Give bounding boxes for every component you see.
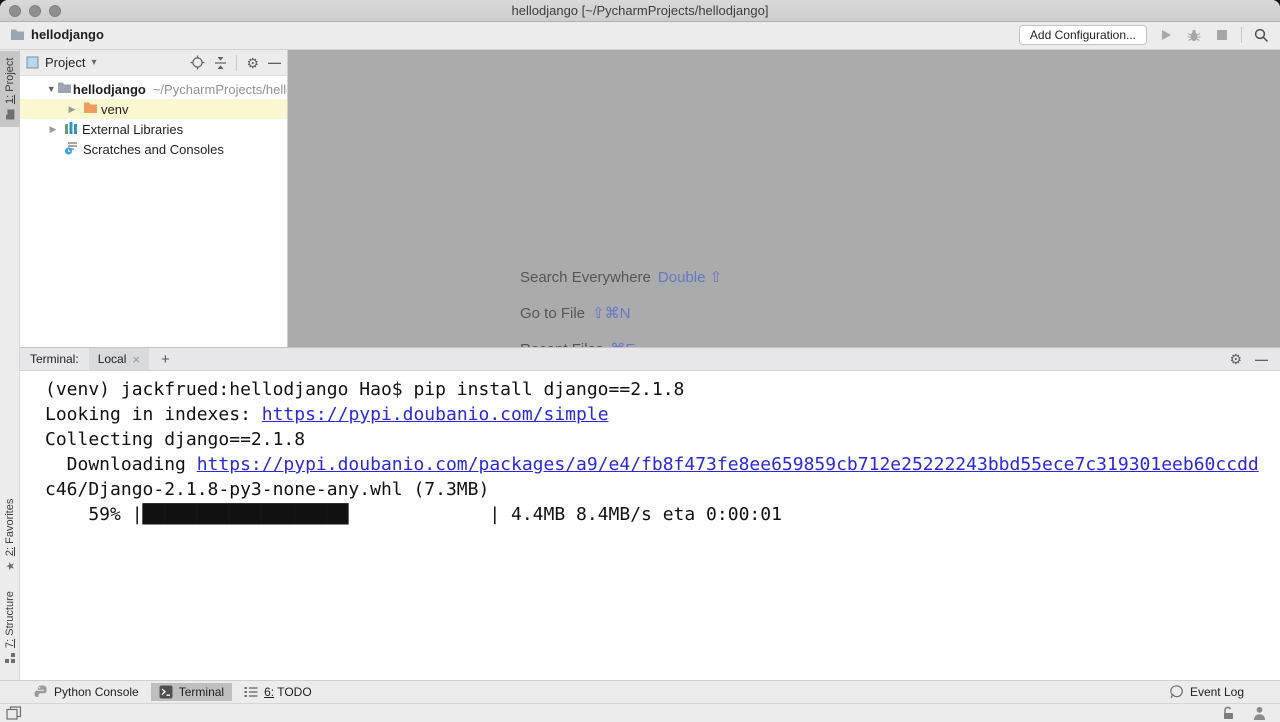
status-bar (0, 703, 1280, 722)
hint-label: Search Everywhere (520, 269, 651, 286)
collapse-all-icon[interactable] (214, 56, 227, 70)
tree-external-libraries-label: External Libraries (82, 122, 183, 137)
structure-icon (5, 653, 15, 663)
terminal-output[interactable]: (venv) jackfrued:hellodjango Hao$ pip in… (20, 371, 1280, 527)
inspections-profile-icon[interactable] (1253, 706, 1266, 720)
scratches-icon (60, 141, 83, 158)
collapse-arrow-icon[interactable]: ▶ (65, 104, 79, 115)
project-folder-icon (10, 28, 25, 41)
project-pane-icon (26, 56, 39, 69)
hint-shortcut: Double ⇧ (658, 269, 722, 286)
stripe-tab-favorites-label: 2: Favorites (4, 499, 16, 556)
tree-row-root[interactable]: ▼ hellodjango ~/PycharmProjects/hellodja… (20, 79, 287, 99)
event-log-label: Event Log (1190, 685, 1244, 699)
todo-label: 6: TODO (264, 685, 312, 699)
tree-row-scratches[interactable]: Scratches and Consoles (20, 139, 287, 159)
project-panel-title: Project (45, 55, 85, 70)
hide-panel-icon[interactable]: — (1255, 353, 1268, 366)
venv-folder-icon (79, 101, 101, 117)
terminal-line: Downloading https://pypi.doubanio.com/pa… (45, 452, 1280, 477)
terminal-tab-bar: Terminal: Local × + ⚙ — (20, 347, 1280, 371)
project-view-selector[interactable]: Project ▾ (26, 55, 97, 70)
hint-recent-files: Recent Files⌘E (520, 340, 722, 347)
run-icon[interactable] (1157, 26, 1175, 44)
hint-label: Go to File (520, 305, 585, 322)
terminal-line: Collecting django==2.1.8 (45, 427, 1280, 452)
lock-icon[interactable] (1221, 706, 1235, 720)
run-toolbar: Add Configuration... (1019, 25, 1270, 45)
hide-panel-icon[interactable]: — (268, 56, 281, 69)
terminal-button-label: Terminal (179, 685, 224, 699)
breadcrumb-label: hellodjango (31, 27, 104, 42)
project-panel-header: Project ▾ ⚙ — (20, 50, 287, 76)
project-tool-window: Project ▾ ⚙ — ▼ hellodjang (20, 50, 288, 347)
terminal-button[interactable]: Terminal (151, 683, 232, 701)
breadcrumb[interactable]: hellodjango (10, 27, 104, 42)
tool-window-switcher-icon[interactable] (6, 706, 22, 720)
close-icon[interactable]: × (132, 352, 140, 367)
tree-root-label: hellodjango (73, 82, 146, 97)
terminal-line: c46/Django-2.1.8-py3-none-any.whl (7.3MB… (45, 477, 1280, 502)
gear-icon[interactable]: ⚙ (1229, 352, 1242, 366)
tool-window-bar: Python Console Terminal 6: TODO Event Lo… (0, 680, 1280, 703)
terminal-text: Downloading (45, 454, 197, 475)
collapse-arrow-icon[interactable]: ▶ (46, 124, 60, 135)
stop-icon[interactable] (1213, 26, 1231, 44)
search-everywhere-icon[interactable] (1252, 26, 1270, 44)
python-console-label: Python Console (54, 685, 139, 699)
stripe-tab-structure-label: 7: Structure (4, 591, 16, 648)
terminal-text: Looking in indexes: (45, 404, 262, 425)
hint-go-to-file: Go to File ⇧⌘N (520, 304, 722, 326)
terminal-progress-line: 59% |███████████████████ | 4.4MB 8.4MB/s… (45, 502, 1280, 527)
hint-shortcut: ⇧⌘N (592, 305, 630, 322)
debug-icon[interactable] (1185, 26, 1203, 44)
editor-empty-area: Search EverywhereDouble ⇧ Go to File⇧⌘N … (288, 50, 1280, 347)
terminal-tab-label: Local (98, 352, 127, 366)
terminal-tool-window: Terminal: Local × + ⚙ — (venv) jackfrued… (20, 347, 1280, 680)
python-icon (34, 685, 48, 699)
stripe-tab-project[interactable]: 1: Project (0, 51, 20, 127)
python-console-button[interactable]: Python Console (26, 683, 147, 701)
tree-scratches-label: Scratches and Consoles (83, 142, 224, 157)
expand-arrow-icon[interactable]: ▼ (46, 84, 56, 94)
folder-icon (56, 81, 72, 97)
todo-button[interactable]: 6: TODO (236, 683, 320, 701)
toolbar-separator (1241, 27, 1242, 43)
terminal-icon (159, 685, 173, 699)
terminal-line: Looking in indexes: https://pypi.doubani… (45, 402, 1280, 427)
project-tree: ▼ hellodjango ~/PycharmProjects/hellodja… (20, 76, 287, 159)
terminal-tab-local[interactable]: Local × (89, 348, 149, 370)
panel-header-separator (236, 55, 237, 71)
tree-venv-label: venv (101, 102, 128, 117)
event-log-button[interactable]: Event Log (1161, 683, 1252, 701)
terminal-bar-label: Terminal: (30, 352, 79, 366)
terminal-line: (venv) jackfrued:hellodjango Hao$ pip in… (45, 377, 1280, 402)
favorites-star-icon: ★ (4, 561, 17, 571)
new-session-plus-icon[interactable]: + (161, 351, 170, 368)
project-stripe-icon (5, 109, 15, 120)
main-toolbar: hellodjango Add Configuration... (0, 22, 1280, 50)
hint-search-everywhere: Search Everywhere Double ⇧ (520, 268, 722, 290)
libraries-icon (60, 121, 82, 138)
event-log-balloon-icon (1169, 685, 1184, 699)
tree-row-venv[interactable]: ▶ venv (20, 99, 287, 119)
pycharm-window: hellodjango [~/PycharmProjects/hellodjan… (0, 0, 1280, 722)
keyboard-shortcut-hints: Search EverywhereDouble ⇧ Go to File⇧⌘N … (520, 268, 722, 347)
tree-root-path: ~/PycharmProjects/hellodjango (153, 82, 287, 97)
stripe-tab-structure[interactable]: 7: Structure (0, 584, 20, 670)
window-title: hellodjango [~/PycharmProjects/hellodjan… (0, 0, 1280, 22)
gear-icon[interactable]: ⚙ (246, 56, 259, 70)
todo-list-icon (244, 686, 258, 698)
add-configuration-button[interactable]: Add Configuration... (1019, 25, 1147, 45)
chevron-down-icon: ▾ (91, 57, 96, 68)
locate-file-icon[interactable] (190, 55, 205, 70)
terminal-link[interactable]: https://pypi.doubanio.com/packages/a9/e4… (197, 454, 1259, 475)
terminal-link[interactable]: https://pypi.doubanio.com/simple (262, 404, 609, 425)
tree-row-external-libraries[interactable]: ▶ External Libraries (20, 119, 287, 139)
stripe-tab-favorites[interactable]: ★ 2: Favorites (0, 492, 20, 578)
macos-titlebar: hellodjango [~/PycharmProjects/hellodjan… (0, 0, 1280, 22)
stripe-tab-project-label: 1: Project (4, 58, 16, 104)
